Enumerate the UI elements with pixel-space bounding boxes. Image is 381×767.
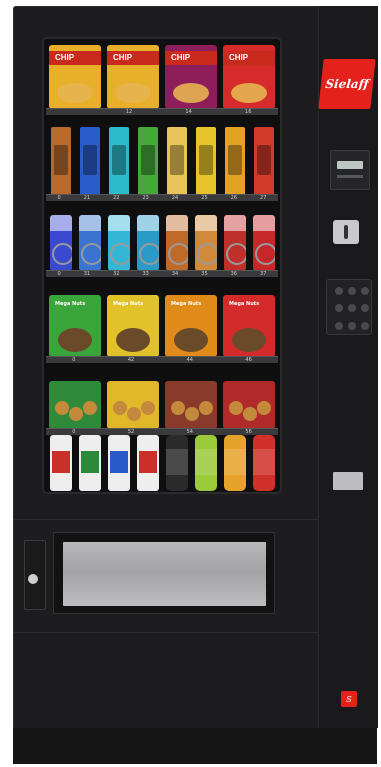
- card-slot[interactable]: [337, 175, 363, 178]
- price-display: [330, 150, 370, 190]
- can-label: [165, 449, 188, 475]
- keypad-key[interactable]: [335, 321, 343, 330]
- control-panel: [318, 6, 378, 728]
- coin-return-slot[interactable]: [333, 472, 363, 490]
- coin-slot: [344, 225, 348, 239]
- keypad-key[interactable]: [335, 304, 343, 313]
- cup-label: [138, 451, 157, 473]
- keypad-key[interactable]: [361, 287, 369, 295]
- keypad-key[interactable]: [348, 304, 356, 313]
- drink-cup[interactable]: [49, 435, 72, 491]
- brand-logo: Sielaff: [318, 59, 376, 109]
- keypad-key[interactable]: [348, 321, 356, 330]
- keypad-key[interactable]: [335, 287, 343, 295]
- keypad-key[interactable]: [348, 287, 356, 295]
- drink-can[interactable]: [223, 435, 246, 491]
- can-label: [194, 449, 217, 475]
- drink-can[interactable]: [165, 435, 188, 491]
- display-screen: [337, 161, 363, 169]
- drink-can[interactable]: [252, 435, 275, 491]
- shelf-6: [46, 37, 278, 491]
- keypad-icon: [326, 279, 372, 335]
- coin-slot-icon[interactable]: [333, 220, 359, 244]
- product-pickup-flap[interactable]: [63, 542, 266, 606]
- drink-can[interactable]: [194, 435, 217, 491]
- cup-label: [51, 451, 70, 473]
- brand-logo-text: Sielaff: [324, 77, 370, 91]
- drink-cup[interactable]: [107, 435, 130, 491]
- keypad-key[interactable]: [361, 321, 369, 330]
- divider: [13, 519, 318, 520]
- can-label: [252, 449, 275, 475]
- drink-cup[interactable]: [136, 435, 159, 491]
- lock-icon[interactable]: [28, 574, 38, 584]
- can-label: [223, 449, 246, 475]
- brand-mini-logo-letter: S: [346, 694, 352, 704]
- cup-label: [109, 451, 128, 473]
- cup-label: [80, 451, 99, 473]
- divider: [13, 632, 318, 633]
- keypad-key[interactable]: [361, 304, 369, 313]
- brand-mini-logo: S: [341, 691, 357, 707]
- display-window: CHIP CHIP CHIP CHIP 12 14 16 0 21 22 23 24 25 26 27 0 31…: [42, 37, 282, 494]
- drink-cup[interactable]: [78, 435, 101, 491]
- machine-base: [13, 728, 377, 764]
